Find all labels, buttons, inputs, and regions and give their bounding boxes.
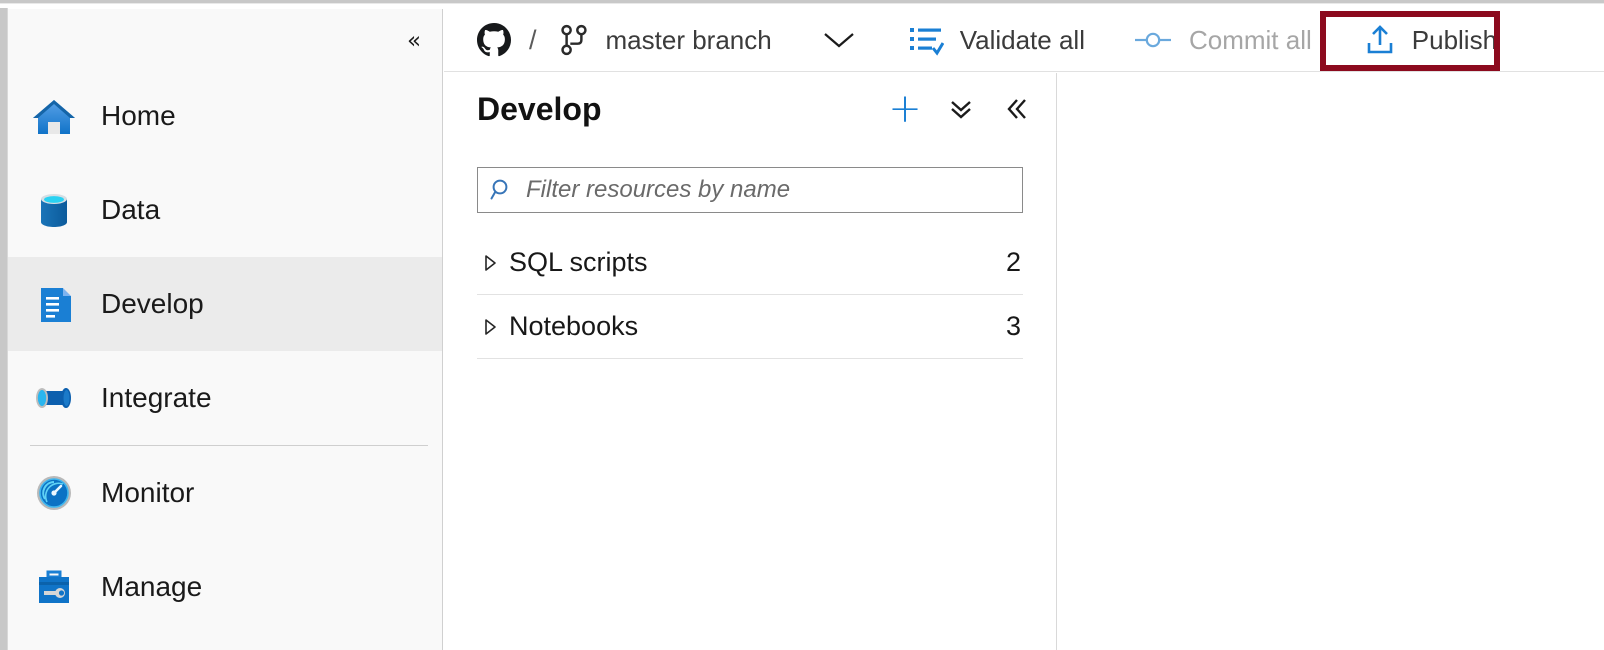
branch-label: master branch [605, 24, 772, 55]
pipeline-icon [30, 374, 78, 422]
database-icon [30, 186, 78, 234]
window-frame-left [0, 8, 7, 650]
plus-icon: + [888, 86, 922, 132]
collapse-all-button[interactable] [944, 92, 978, 126]
caret-right-icon[interactable] [477, 318, 509, 336]
left-sidebar: « Home Data Develop Integrate Monitor Ma… [8, 9, 443, 650]
tree-item-label: SQL scripts [509, 247, 648, 277]
gauge-icon [30, 469, 78, 517]
main-content-area [1058, 73, 1604, 650]
resource-tree: SQL scripts 2 Notebooks 3 [444, 231, 1056, 359]
tree-item-count: 2 [1005, 247, 1021, 277]
tree-row-sql-scripts[interactable]: SQL scripts 2 [477, 231, 1023, 295]
document-icon [30, 280, 78, 328]
sidebar-item-data[interactable]: Data [8, 163, 442, 257]
validate-all-button[interactable]: Validate all [908, 9, 1085, 71]
repo-button[interactable]: / master branch [477, 9, 772, 71]
validate-all-label: Validate all [959, 24, 1085, 55]
chevron-double-left-icon: « [406, 27, 422, 54]
commit-all-label: Commit all [1188, 24, 1312, 55]
sidebar-item-integrate[interactable]: Integrate [8, 351, 442, 445]
top-toolbar: / master branch Validate all Commit all … [444, 9, 1604, 72]
validate-list-check-icon [908, 24, 944, 56]
publish-button[interactable]: Publish [1364, 9, 1497, 71]
sidebar-item-label: Manage [101, 571, 203, 602]
branch-dropdown-button[interactable] [822, 9, 856, 71]
sidebar-item-label: Home [101, 100, 176, 131]
search-icon [478, 177, 526, 203]
sidebar-item-develop[interactable]: Develop [8, 257, 442, 351]
chevron-double-down-icon [951, 101, 971, 119]
commit-node-icon [1133, 29, 1173, 51]
sidebar-item-label: Integrate [101, 382, 212, 413]
git-branch-icon [559, 24, 589, 56]
add-new-resource-button[interactable]: + [888, 86, 922, 132]
develop-panel-header: Develop + [444, 73, 1056, 145]
toolbox-icon [30, 563, 78, 611]
synapse-studio-window: « Home Data Develop Integrate Monitor Ma… [0, 0, 1604, 650]
collapse-panel-button[interactable] [1000, 92, 1034, 126]
tree-item-label: Notebooks [509, 311, 639, 341]
sidebar-item-manage[interactable]: Manage [8, 540, 442, 634]
chevron-double-left-icon [1007, 99, 1026, 119]
sidebar-item-label: Develop [101, 288, 204, 319]
caret-right-icon[interactable] [477, 254, 509, 272]
github-icon [477, 23, 511, 57]
sidebar-nav-list: Home Data Develop Integrate Monitor Mana… [8, 69, 442, 634]
search-input[interactable] [526, 168, 1022, 212]
tree-row-notebooks[interactable]: Notebooks 3 [477, 295, 1023, 359]
home-icon [30, 92, 78, 140]
sidebar-item-home[interactable]: Home [8, 69, 442, 163]
publish-label: Publish [1411, 24, 1498, 55]
sidebar-item-label: Monitor [101, 477, 195, 508]
commit-all-button[interactable]: Commit all [1133, 9, 1312, 71]
sidebar-collapse-button[interactable]: « [394, 21, 434, 61]
develop-panel: Develop + Filter resources by name SQL s… [444, 73, 1057, 650]
window-frame-top-gap [0, 3, 1604, 4]
sidebar-item-label: Data [101, 194, 161, 225]
chevron-down-icon [822, 30, 856, 50]
filter-resources-search-box[interactable] [477, 167, 1023, 213]
develop-panel-actions: + [888, 86, 1034, 132]
sidebar-item-monitor[interactable]: Monitor [8, 446, 442, 540]
tree-item-count: 3 [1005, 311, 1021, 341]
publish-upload-icon [1364, 23, 1396, 57]
page-title: Develop [477, 90, 602, 127]
breadcrumb-separator: / [529, 24, 537, 55]
